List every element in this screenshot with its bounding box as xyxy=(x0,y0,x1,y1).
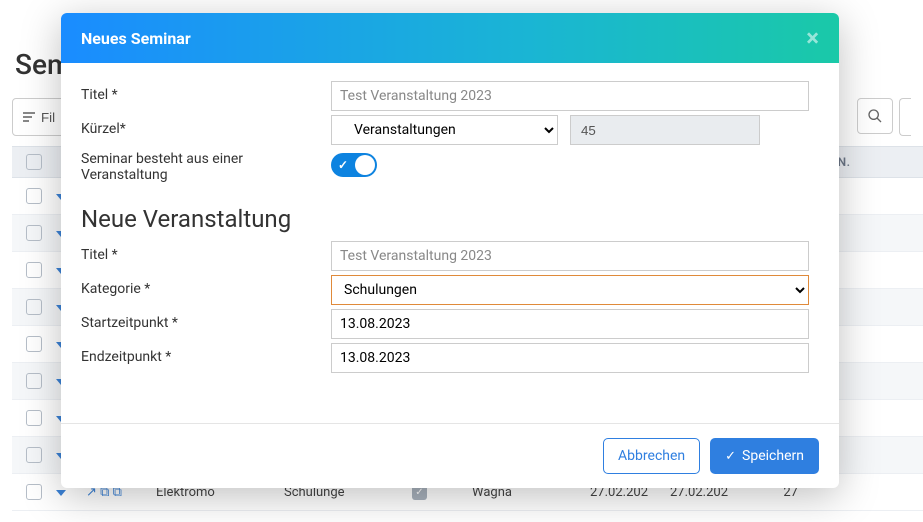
kuerzel-number xyxy=(570,115,760,145)
modal-footer: Abbrechen ✓Speichern xyxy=(61,423,839,488)
vtitel-label: Titel * xyxy=(81,241,331,263)
vtitel-input[interactable] xyxy=(331,241,809,271)
toggle-knob xyxy=(355,155,375,175)
modal-body: Titel * Kürzel* Veranstaltungen Seminar … xyxy=(61,63,839,423)
single-event-label: Seminar besteht aus einer Veranstaltung xyxy=(81,149,331,183)
kategorie-label: Kategorie * xyxy=(81,275,331,297)
check-icon: ✓ xyxy=(338,158,348,172)
start-input[interactable] xyxy=(331,309,809,339)
section-title: Neue Veranstaltung xyxy=(81,205,809,233)
close-icon[interactable]: × xyxy=(806,26,819,50)
start-label: Startzeitpunkt * xyxy=(81,309,331,331)
end-input[interactable] xyxy=(331,343,809,373)
kategorie-select[interactable]: Schulungen xyxy=(331,275,809,305)
modal-title: Neues Seminar xyxy=(81,29,191,48)
titel-label: Titel * xyxy=(81,81,331,103)
cancel-button[interactable]: Abbrechen xyxy=(603,438,700,474)
titel-input[interactable] xyxy=(331,81,809,111)
new-seminar-modal: Neues Seminar × Titel * Kürzel* Veransta… xyxy=(61,13,839,488)
kuerzel-select[interactable]: Veranstaltungen xyxy=(331,115,558,145)
kuerzel-label: Kürzel* xyxy=(81,115,331,137)
save-button[interactable]: ✓Speichern xyxy=(710,438,819,474)
check-icon: ✓ xyxy=(725,449,736,464)
single-event-toggle[interactable]: ✓ xyxy=(331,153,377,177)
end-label: Endzeitpunkt * xyxy=(81,343,331,365)
modal-header: Neues Seminar × xyxy=(61,13,839,63)
